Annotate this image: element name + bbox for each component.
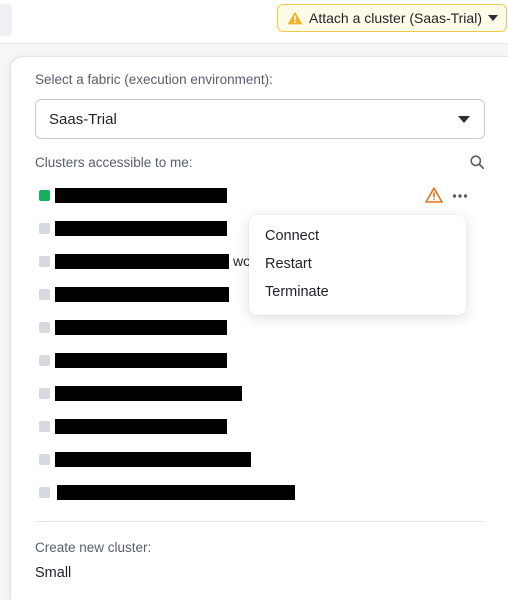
cluster-row[interactable] (11, 477, 508, 510)
cluster-row[interactable] (11, 378, 508, 411)
menu-item-terminate[interactable]: Terminate (249, 282, 466, 310)
cluster-status-indicator (39, 388, 50, 399)
redacted-cluster-name (55, 254, 229, 269)
section-divider (35, 521, 485, 522)
more-horizontal-icon[interactable] (452, 193, 468, 199)
attach-cluster-label: Attach a cluster (Saas-Trial) (309, 10, 482, 26)
cluster-status-indicator (39, 289, 50, 300)
redacted-cluster-name (55, 386, 242, 401)
redacted-cluster-name (55, 320, 227, 335)
cluster-status-indicator (39, 256, 50, 267)
create-cluster-size[interactable]: Small (35, 565, 71, 581)
cluster-status-indicator (39, 454, 50, 465)
redacted-cluster-name (55, 452, 251, 467)
redacted-cluster-name (55, 419, 227, 434)
cluster-status-indicator (39, 190, 50, 201)
create-cluster-label: Create new cluster: (35, 540, 152, 555)
fabric-label: Select a fabric (execution environment): (35, 72, 273, 87)
editor-tab-edge[interactable] (0, 4, 12, 36)
cluster-row[interactable] (11, 345, 508, 378)
cluster-row[interactable] (11, 180, 508, 213)
cluster-row[interactable] (11, 411, 508, 444)
chevron-down-icon (458, 115, 470, 123)
menu-item-connect[interactable]: Connect (249, 226, 466, 254)
redacted-cluster-name (55, 353, 227, 368)
fabric-selected-value: Saas-Trial (49, 110, 117, 128)
chevron-down-icon (488, 15, 498, 21)
fabric-select[interactable]: Saas-Trial (35, 99, 485, 139)
cluster-row[interactable] (11, 312, 508, 345)
cluster-status-indicator (39, 421, 50, 432)
cluster-status-indicator (39, 487, 50, 498)
redacted-cluster-name (57, 485, 295, 500)
redacted-cluster-name (55, 221, 227, 236)
warning-triangle-icon[interactable] (425, 187, 443, 203)
redacted-cluster-name (55, 188, 227, 203)
top-toolbar: Attach a cluster (Saas-Trial) (0, 0, 508, 44)
cluster-status-indicator (39, 322, 50, 333)
search-icon[interactable] (470, 155, 484, 169)
warning-icon (287, 11, 303, 25)
menu-item-restart[interactable]: Restart (249, 254, 466, 282)
cluster-attach-panel: Select a fabric (execution environment):… (10, 56, 508, 600)
attach-cluster-button[interactable]: Attach a cluster (Saas-Trial) (277, 4, 507, 32)
redacted-cluster-name (55, 287, 229, 302)
cluster-context-menu: Connect Restart Terminate (249, 215, 466, 315)
cluster-status-indicator (39, 223, 50, 234)
cluster-status-indicator (39, 355, 50, 366)
clusters-label: Clusters accessible to me: (35, 155, 193, 170)
cluster-row[interactable] (11, 444, 508, 477)
